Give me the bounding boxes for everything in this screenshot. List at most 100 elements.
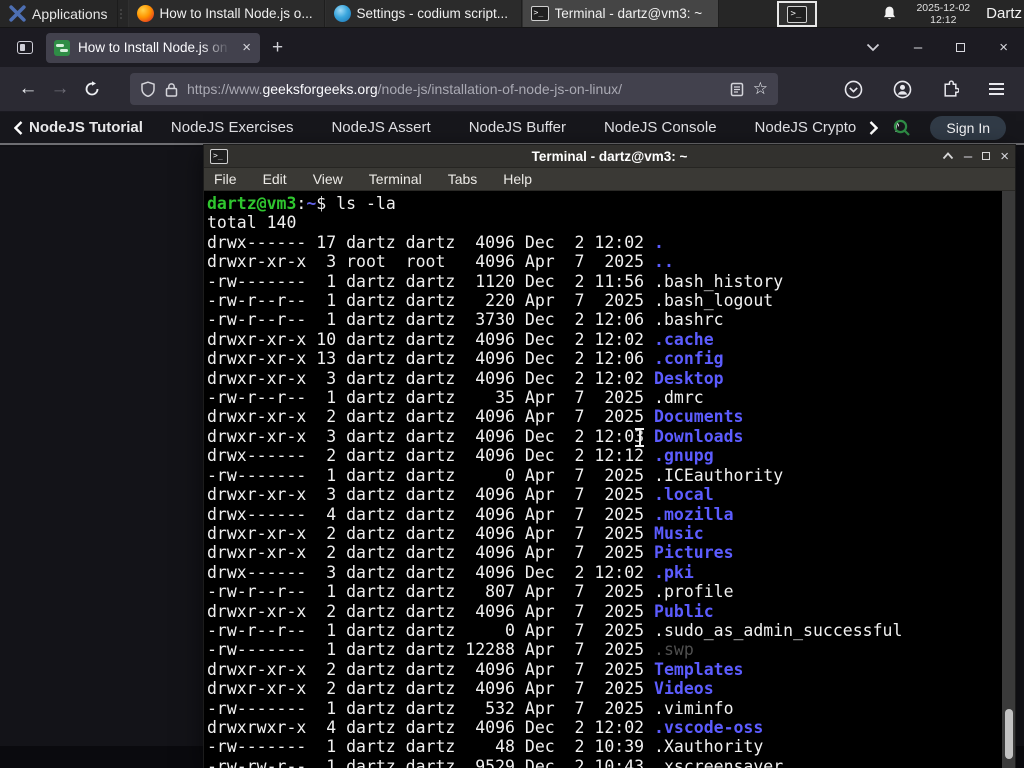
terminal-output-line: drwxr-xr-x 3 dartz dartz 4096 Dec 2 12:0… (207, 426, 744, 446)
terminal-titlebar[interactable]: >_ Terminal - dartz@vm3: ~ – × (204, 145, 1015, 168)
terminal-menu-item[interactable]: Terminal (369, 171, 422, 187)
panel-spacer (719, 0, 778, 27)
terminal-output-line: drwx------ 17 dartz dartz 4096 Dec 2 12:… (207, 232, 664, 252)
reload-button[interactable] (76, 74, 108, 104)
sitenav-link[interactable]: NodeJS Console (604, 119, 717, 136)
terminal-output-line: -rw-r--r-- 1 dartz dartz 35 Apr 7 2025 .… (207, 388, 704, 408)
list-all-tabs-button[interactable] (866, 43, 880, 52)
taskbar-button-label: How to Install Node.js o... (159, 6, 313, 21)
shield-icon[interactable] (140, 81, 156, 97)
terminal-scrollbar-thumb[interactable] (1004, 709, 1013, 759)
url-text: https://www.geeksforgeeks.org/node-js/in… (187, 81, 622, 97)
sitenav-link[interactable]: NodeJS Exercises (171, 119, 294, 136)
mouse-cursor-ibeam (634, 428, 645, 449)
terminal-output-line: drwxr-xr-x 3 dartz dartz 4096 Dec 2 12:0… (207, 368, 724, 388)
terminal-icon: >_ (210, 148, 228, 164)
sitenav-link[interactable]: NodeJS Buffer (469, 119, 566, 136)
terminal-output-line: -rw------- 1 dartz dartz 12288 Apr 7 202… (207, 640, 694, 660)
terminal-output-line: drwx------ 4 dartz dartz 4096 Apr 7 2025… (207, 504, 734, 524)
sitenav-link[interactable]: NodeJS Crypto (755, 119, 857, 136)
terminal-title: Terminal - dartz@vm3: ~ (531, 148, 688, 164)
window-maximize-button[interactable] (956, 43, 966, 52)
terminal-output-line: -rw-r--r-- 1 dartz dartz 807 Apr 7 2025 … (207, 582, 734, 602)
extensions-icon[interactable] (942, 80, 959, 98)
forward-button[interactable]: → (44, 74, 76, 104)
sitenav-scroll-right[interactable] (869, 120, 879, 135)
desktop: Applications How to Install Node.js o...… (0, 0, 1024, 768)
reader-view-icon[interactable] (730, 82, 744, 97)
taskbar-button-vscodium[interactable]: Settings - codium script... (324, 0, 522, 27)
window-minimize-button[interactable]: – (914, 39, 922, 56)
panel-user-label: Dartz (986, 5, 1022, 22)
terminal-menu-item[interactable]: Tabs (448, 171, 478, 187)
terminal-output-line: -rw-r--r-- 1 dartz dartz 3730 Dec 2 12:0… (207, 310, 724, 330)
sitenav-link[interactable]: NodeJS Assert (331, 119, 430, 136)
terminal-viewport[interactable]: dartz@vm3:~$ ls -la total 140 drwx------… (204, 191, 1015, 768)
chevron-down-icon (866, 43, 880, 52)
site-subnav: NodeJS Tutorial NodeJS Exercises NodeJS A… (0, 112, 1024, 145)
terminal-output-line: -rw-r--r-- 1 dartz dartz 220 Apr 7 2025 … (207, 291, 774, 311)
terminal-output-line: -rw------- 1 dartz dartz 1120 Dec 2 11:5… (207, 271, 784, 291)
geeksforgeeks-favicon (54, 39, 70, 56)
sign-in-button[interactable]: Sign In (930, 115, 1006, 140)
bookmark-star-icon[interactable]: ☆ (753, 79, 768, 99)
panel-clock[interactable]: 2025-12-02 12:12 (908, 0, 978, 27)
sitenav-back-link[interactable]: NodeJS Tutorial (0, 119, 153, 136)
clock-date: 2025-12-02 (916, 1, 971, 14)
terminal-output-line: drwx------ 2 dartz dartz 4096 Dec 2 12:1… (207, 446, 714, 466)
taskbar-button-firefox[interactable]: How to Install Node.js o... (127, 0, 325, 27)
panel-user-menu[interactable]: Dartz (978, 0, 1024, 27)
terminal-maximize-button[interactable] (982, 152, 991, 160)
terminal-output-line: drwxr-xr-x 2 dartz dartz 4096 Apr 7 2025… (207, 679, 714, 699)
terminal-prompt-line: dartz@vm3:~$ ls -la (207, 194, 396, 213)
taskbar-button-terminal[interactable]: >_ Terminal - dartz@vm3: ~ (521, 0, 719, 27)
terminal-output-line: drwxrwxr-x 4 dartz dartz 4096 Dec 2 12:0… (207, 717, 764, 737)
browser-tab-active[interactable]: How to Install Node.js on × (46, 32, 260, 63)
applications-icon (9, 5, 26, 22)
shade-window-icon[interactable] (942, 152, 954, 160)
terminal-scrollbar[interactable] (1002, 191, 1015, 768)
terminal-output-line: -rw-rw-r-- 1 dartz dartz 9529 Dec 2 10:4… (207, 756, 784, 768)
terminal-output: dartz@vm3:~$ ls -la total 140 drwx------… (204, 191, 1015, 768)
notification-bell-button[interactable] (817, 0, 908, 27)
lock-icon[interactable] (165, 82, 178, 97)
terminal-menubar: File Edit View Terminal Tabs Help (204, 168, 1015, 191)
terminal-output-line: drwxr-xr-x 13 dartz dartz 4096 Dec 2 12:… (207, 349, 724, 369)
vscodium-icon (333, 5, 351, 22)
pocket-icon[interactable] (844, 80, 863, 99)
firefox-view-icon (17, 41, 33, 54)
terminal-output-line: drwx------ 3 dartz dartz 4096 Dec 2 12:0… (207, 562, 694, 582)
terminal-output-line: drwxr-xr-x 3 root root 4096 Apr 7 2025 .… (207, 252, 674, 272)
search-icon (894, 119, 911, 136)
app-menu-icon[interactable] (989, 83, 1004, 95)
panel-handle (119, 0, 126, 27)
terminal-output-line: -rw-r--r-- 1 dartz dartz 0 Apr 7 2025 .s… (207, 620, 903, 640)
terminal-menu-item[interactable]: File (214, 171, 237, 187)
terminal-menu-item[interactable]: View (313, 171, 343, 187)
tab-title: How to Install Node.js on (78, 40, 228, 55)
terminal-output-line: drwxr-xr-x 2 dartz dartz 4096 Apr 7 2025… (207, 543, 734, 563)
url-bar[interactable]: https://www.geeksforgeeks.org/node-js/in… (130, 73, 778, 105)
tab-close-icon[interactable]: × (239, 39, 254, 56)
window-close-button[interactable]: × (999, 39, 1008, 56)
terminal-output-line: drwxr-xr-x 10 dartz dartz 4096 Dec 2 12:… (207, 329, 714, 349)
back-button[interactable]: ← (12, 74, 44, 104)
new-tab-button[interactable]: + (260, 37, 295, 59)
terminal-menu-item[interactable]: Edit (263, 171, 287, 187)
terminal-close-button[interactable]: × (1000, 148, 1009, 165)
terminal-menu-item[interactable]: Help (503, 171, 532, 187)
terminal-icon: >_ (530, 6, 549, 21)
account-icon[interactable] (893, 80, 912, 99)
terminal-window: >_ Terminal - dartz@vm3: ~ – × File Edit V… (203, 144, 1016, 768)
terminal-listing: drwx------ 17 dartz dartz 4096 Dec 2 12:… (207, 233, 1001, 768)
applications-menu-button[interactable]: Applications (0, 0, 118, 27)
terminal-output-line: drwxr-xr-x 2 dartz dartz 4096 Apr 7 2025… (207, 601, 714, 621)
site-search-button[interactable] (892, 118, 912, 138)
bell-icon (884, 6, 896, 20)
firefox-icon (136, 5, 154, 22)
tray-terminal-launcher[interactable]: >_ (777, 1, 818, 27)
terminal-output-line: -rw------- 1 dartz dartz 48 Dec 2 10:39 … (207, 737, 764, 757)
clock-time: 12:12 (930, 13, 957, 26)
terminal-minimize-button[interactable]: – (964, 148, 972, 165)
firefox-view-button[interactable] (10, 35, 40, 61)
